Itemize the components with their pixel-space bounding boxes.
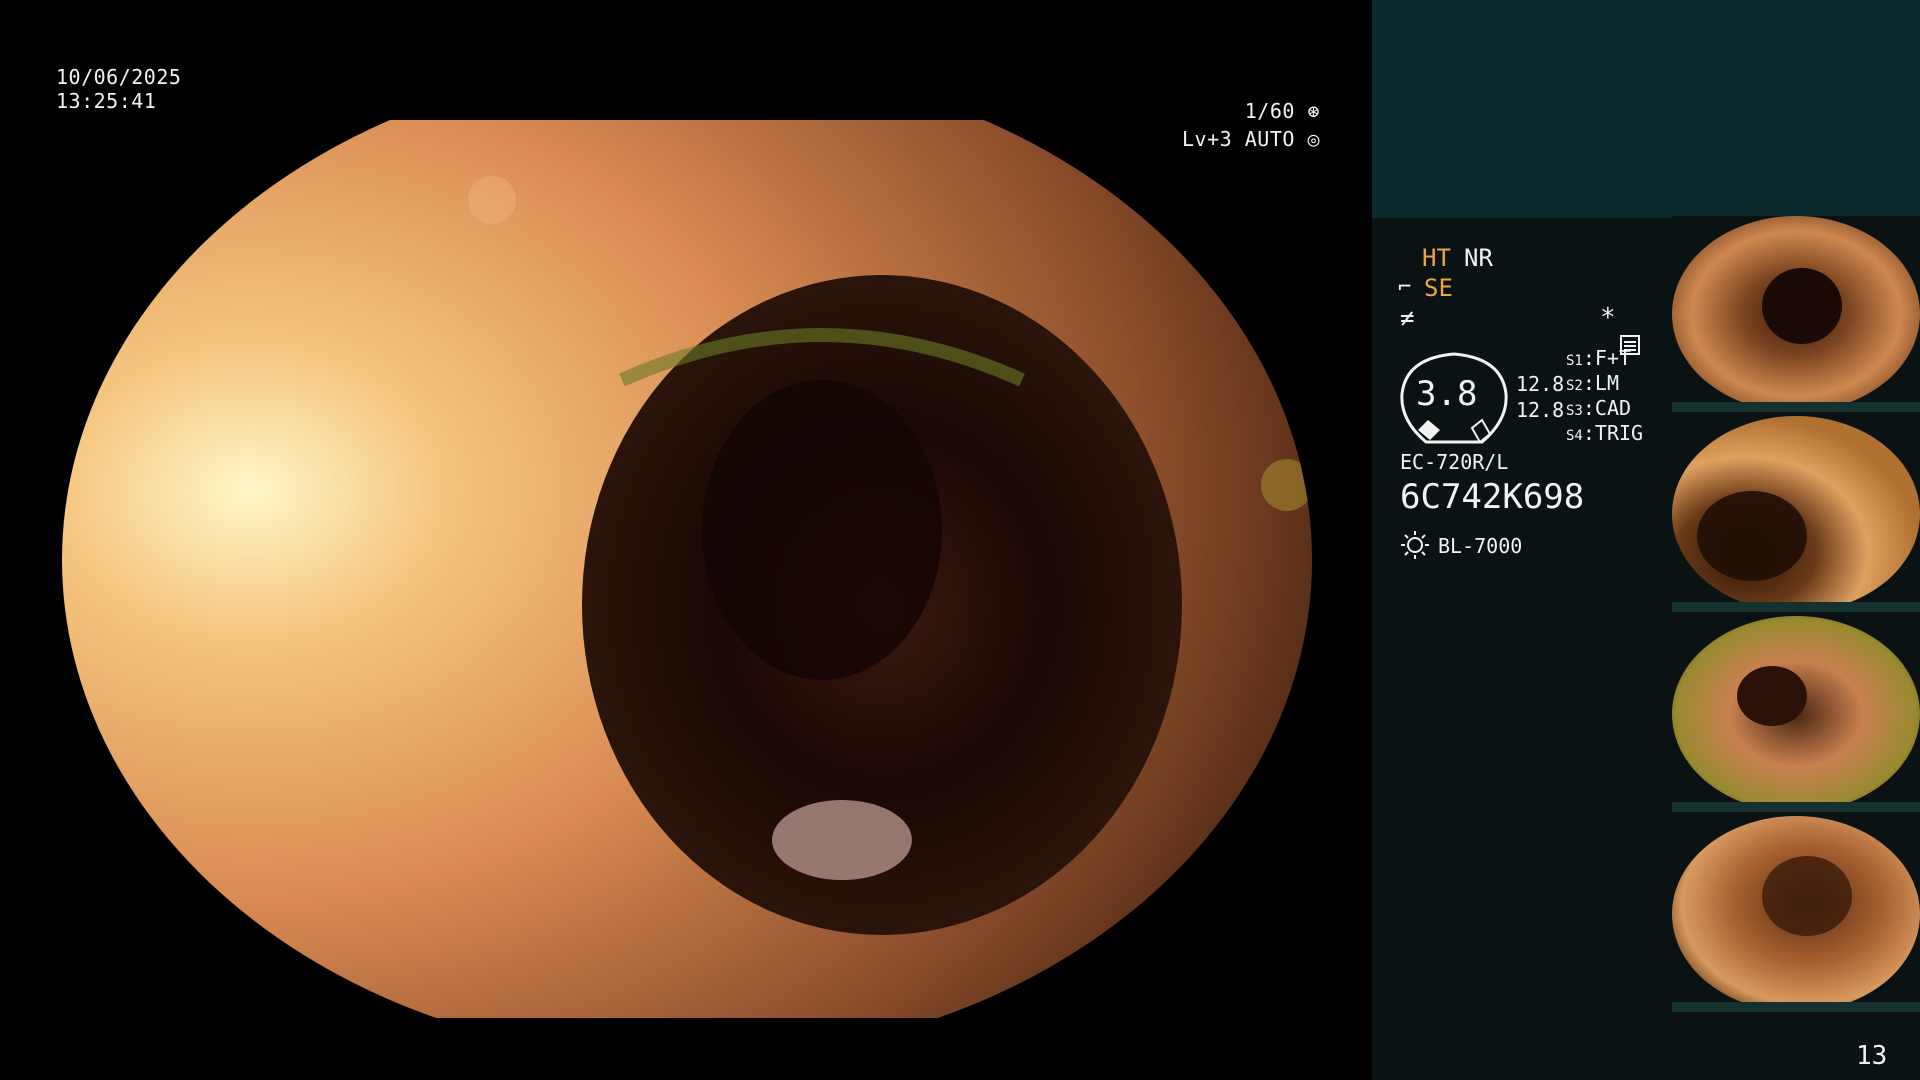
exam-date: 10/06/2025 [56,65,182,89]
switch-value: LM [1594,371,1619,395]
thumbnail-bar [1672,602,1920,612]
brightness-readout: Lv+3 AUTO ◎ [0,126,1320,152]
thumbnail-bar [1672,802,1920,812]
endoscope-view: 10/06/2025 13:25:41 1/60 ⊛ Lv+3 AUTO ◎ [0,0,1372,1080]
switch-value: CAD [1594,396,1632,420]
switch-1: S1:F+T [1566,346,1632,370]
shutter-readout: 1/60 ⊛ [0,98,1320,124]
switch-3: S3:CAD [1566,396,1632,420]
endoscopic-image [62,60,1312,1018]
thumbnail-image [1672,616,1920,812]
light-source-icon [1401,531,1429,559]
thumbnail-image [1672,816,1920,1012]
switch-2: S2:LM [1566,371,1619,395]
shutter-icon: ⊛ [1294,99,1320,123]
brightness-level: Lv+3 [1182,127,1233,151]
enhance-icon: ⌐ [1398,275,1412,300]
gauge-value: 3.8 [1416,374,1478,414]
scope-serial: 6C742K698 [1400,477,1585,517]
thumbnail-image [1672,416,1920,612]
thumbnail-capture-3[interactable] [1672,616,1920,812]
thumbnail-capture-2[interactable] [1672,416,1920,612]
switch-key: S3 [1566,403,1583,419]
switch-key: S4 [1566,428,1583,444]
switch-value: TRIG [1594,421,1644,445]
se-indicator: SE [1424,274,1453,302]
thumbnail-capture-1[interactable] [1672,216,1920,412]
switch-key: S1 [1566,353,1583,369]
scope-model: EC-720R/L [1400,450,1509,474]
reading-bottom: 12.8 [1516,398,1565,422]
light-source-model: BL-7000 [1438,534,1523,558]
thumbnail-bar [1672,1002,1920,1012]
reading-top: 12.8 [1516,372,1565,396]
switch-key: S2 [1566,378,1583,394]
iris-mode: AUTO [1244,127,1295,151]
thumbnail-bar [1672,402,1920,412]
freeze-icon: ≠ [1400,304,1415,332]
record-indicator: * [1600,303,1616,333]
page-number: 13 [1856,1041,1888,1071]
shutter-speed: 1/60 [1244,99,1295,123]
iris-icon: ◎ [1294,127,1320,151]
thumbnail-capture-4[interactable] [1672,816,1920,1012]
ht-indicator: HT [1422,244,1451,272]
panel-header [1372,0,1920,218]
switch-4: S4:TRIG [1566,421,1644,445]
nr-indicator: NR [1464,244,1493,272]
switch-value: F+T [1594,346,1632,370]
thumbnail-image [1672,216,1920,412]
